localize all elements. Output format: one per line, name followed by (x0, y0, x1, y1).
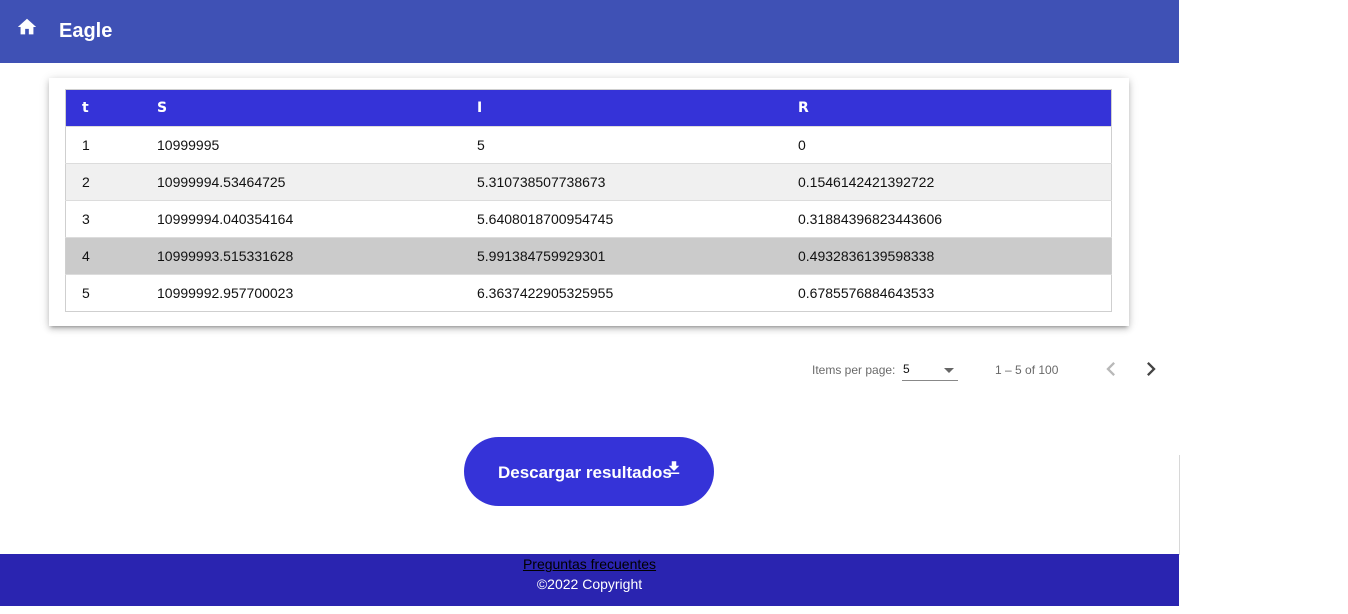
copyright-text: ©2022 Copyright (536, 576, 643, 592)
cell-s: 10999994.040354164 (157, 200, 477, 238)
dropdown-arrow-icon (944, 368, 954, 373)
cell-t: 3 (65, 200, 157, 238)
previous-page-button[interactable] (1097, 355, 1125, 383)
chevron-left-icon (1106, 362, 1115, 376)
cell-s: 10999995 (157, 126, 477, 164)
footer: Preguntas frecuentes ©2022 Copyright (0, 554, 1179, 606)
cell-r: 0.31884396823443606 (798, 200, 1112, 238)
cell-s: 10999993.515331628 (157, 237, 477, 275)
cell-r: 0 (798, 126, 1112, 164)
table-row[interactable]: 1 10999995 5 0 (65, 126, 1112, 164)
chevron-right-icon (1147, 362, 1156, 376)
scrollbar-edge-divider (1179, 455, 1180, 555)
items-per-page-value: 5 (903, 362, 910, 376)
paginator: Items per page: 5 1 – 5 of 100 (800, 352, 1170, 386)
cell-s: 10999994.53464725 (157, 163, 477, 201)
results-table: t S I R 1 10999995 5 0 2 10999994.534647… (65, 89, 1112, 312)
cell-i: 5 (477, 126, 798, 164)
page-range-label: 1 – 5 of 100 (995, 363, 1059, 377)
cell-i: 5.991384759929301 (477, 237, 798, 275)
table-row[interactable]: 2 10999994.53464725 5.310738507738673 0.… (65, 163, 1112, 201)
next-page-button[interactable] (1137, 355, 1165, 383)
cell-i: 5.6408018700954745 (477, 200, 798, 238)
cell-r: 0.1546142421392722 (798, 163, 1112, 201)
items-per-page-select[interactable]: 5 (902, 360, 958, 381)
download-icon (665, 458, 683, 478)
column-header-t[interactable]: t (65, 89, 157, 127)
home-icon[interactable] (16, 16, 38, 38)
app-title: Eagle (59, 20, 113, 42)
cell-r: 0.4932836139598338 (798, 237, 1112, 275)
items-per-page-label: Items per page: (812, 363, 896, 377)
results-card: t S I R 1 10999995 5 0 2 10999994.534647… (49, 78, 1129, 326)
cell-i: 5.310738507738673 (477, 163, 798, 201)
cell-t: 2 (65, 163, 157, 201)
column-header-s[interactable]: S (157, 89, 477, 127)
app-container: Eagle t S I R 1 10999995 5 0 2 10999994.… (0, 0, 1179, 614)
cell-t: 5 (65, 274, 157, 312)
top-toolbar: Eagle (0, 0, 1179, 63)
cell-r: 0.6785576884643533 (798, 274, 1112, 312)
cell-i: 6.3637422905325955 (477, 274, 798, 312)
cell-t: 4 (65, 237, 157, 275)
download-results-button[interactable]: Descargar resultados (464, 437, 714, 506)
table-row[interactable]: 5 10999992.957700023 6.3637422905325955 … (65, 274, 1112, 312)
cell-s: 10999992.957700023 (157, 274, 477, 312)
table-row[interactable]: 3 10999994.040354164 5.6408018700954745 … (65, 200, 1112, 238)
download-results-label: Descargar resultados (498, 463, 672, 482)
cell-t: 1 (65, 126, 157, 164)
table-row-hovered[interactable]: 4 10999993.515331628 5.991384759929301 0… (65, 237, 1112, 275)
faq-link[interactable]: Preguntas frecuentes (0, 556, 1179, 572)
table-header-row: t S I R (65, 89, 1112, 127)
column-header-i[interactable]: I (477, 89, 798, 127)
column-header-r[interactable]: R (798, 89, 1112, 127)
